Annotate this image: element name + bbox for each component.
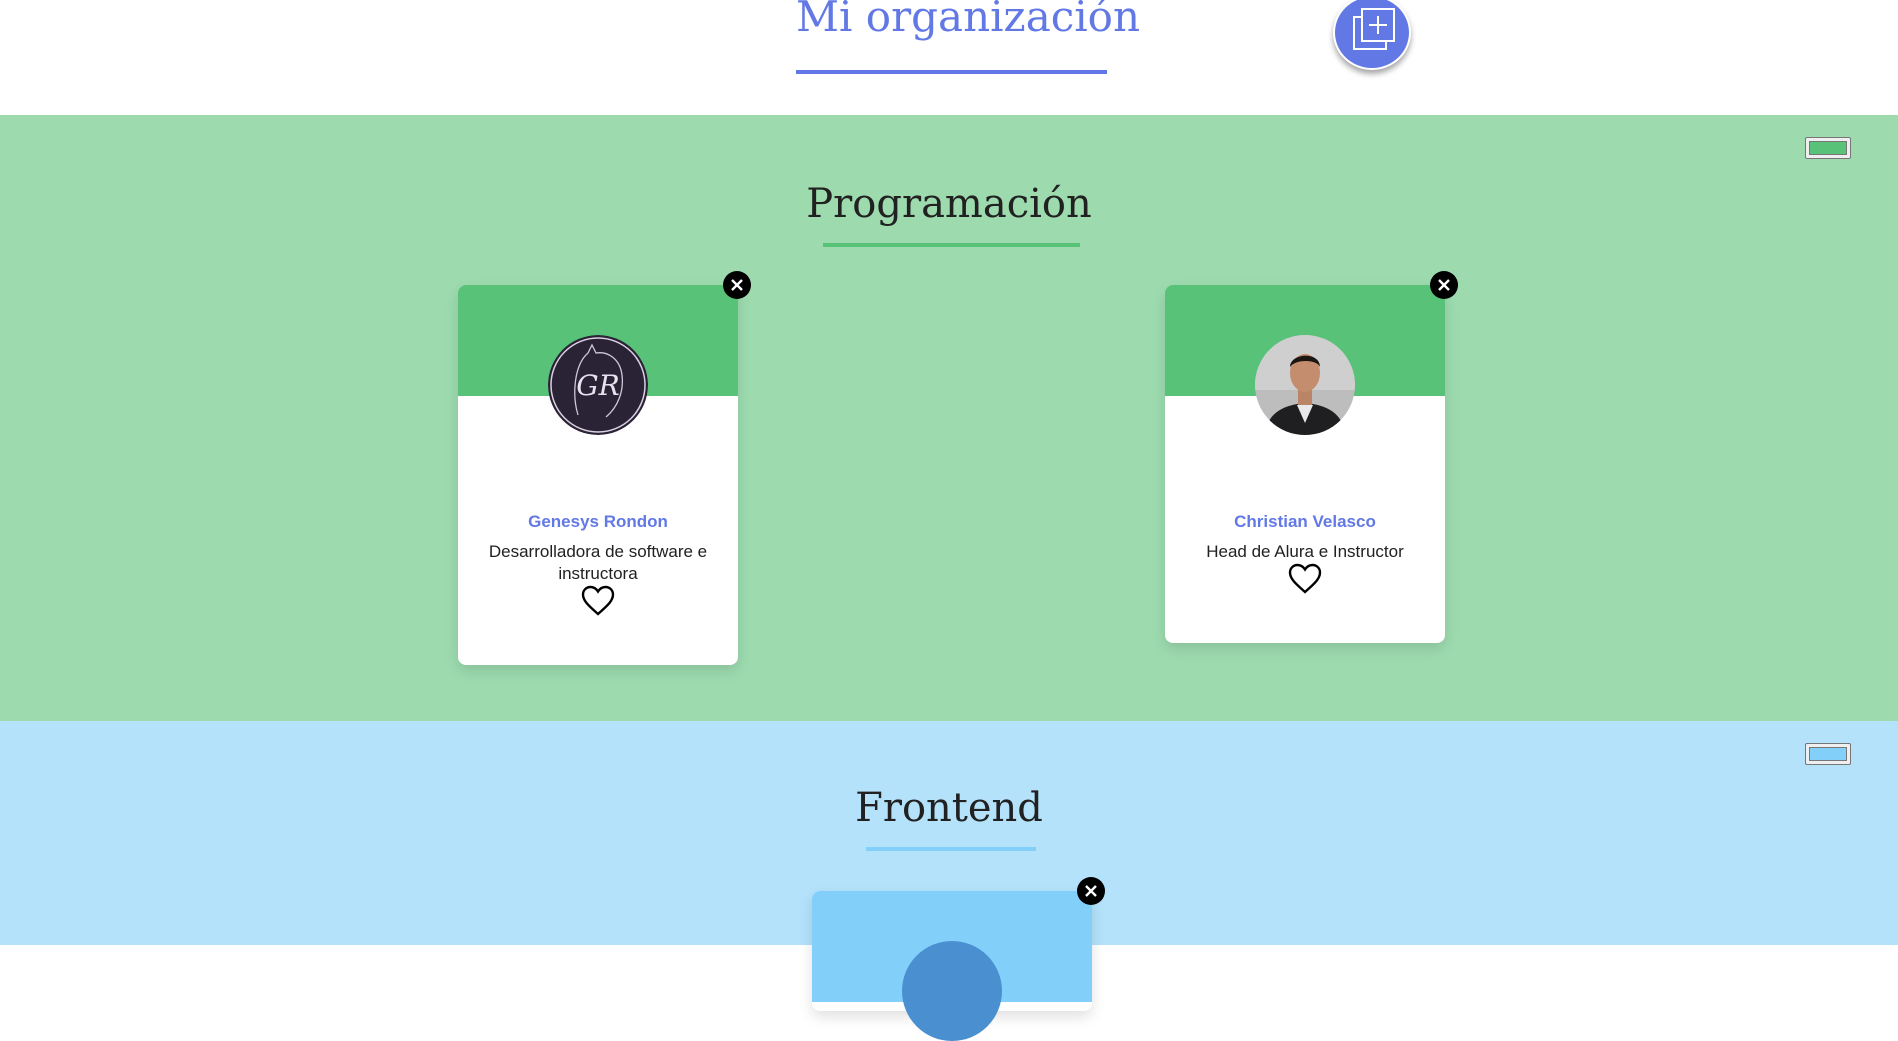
collaborator-card: GR Genesys Rondon Desarrolladora de soft… <box>458 271 751 665</box>
delete-member-button[interactable] <box>1077 877 1105 905</box>
add-copy-icon <box>1353 8 1395 50</box>
color-swatch <box>1809 141 1847 155</box>
delete-member-button[interactable] <box>1430 271 1458 299</box>
team-title: Programación <box>806 181 1092 227</box>
team-title: Frontend <box>855 785 1043 831</box>
member-name: Genesys Rondon <box>528 512 668 531</box>
member-name: Christian Velasco <box>1234 512 1376 531</box>
team-section-programacion: Programación GR Genesys Rondon Desarroll… <box>0 115 1898 721</box>
heart-icon[interactable] <box>1288 563 1322 595</box>
close-icon <box>731 279 743 291</box>
toggle-form-button[interactable] <box>1333 0 1411 70</box>
org-title: Mi organización <box>796 0 1141 41</box>
close-icon <box>1085 885 1097 897</box>
team-title-underline <box>823 243 1080 247</box>
person-photo-avatar <box>1255 335 1355 435</box>
svg-text:GR: GR <box>576 369 619 402</box>
team-section-frontend: Frontend <box>0 721 1898 1041</box>
team-color-picker[interactable] <box>1805 137 1851 159</box>
heart-icon[interactable] <box>581 585 615 617</box>
org-header: Mi organización <box>0 0 1898 115</box>
collaborator-card: Christian Velasco Head de Alura e Instru… <box>1165 271 1458 643</box>
org-title-underline <box>796 70 1107 74</box>
team-title-underline <box>866 847 1036 851</box>
collaborator-card <box>812 877 1105 1041</box>
gr-logo-avatar: GR <box>548 335 648 435</box>
close-icon <box>1438 279 1450 291</box>
team-color-picker[interactable] <box>1805 743 1851 765</box>
member-role: Desarrolladora de software e instructora <box>488 542 708 583</box>
color-swatch <box>1809 747 1847 761</box>
avatar <box>902 941 1002 1041</box>
delete-member-button[interactable] <box>723 271 751 299</box>
member-role: Head de Alura e Instructor <box>1206 542 1404 561</box>
